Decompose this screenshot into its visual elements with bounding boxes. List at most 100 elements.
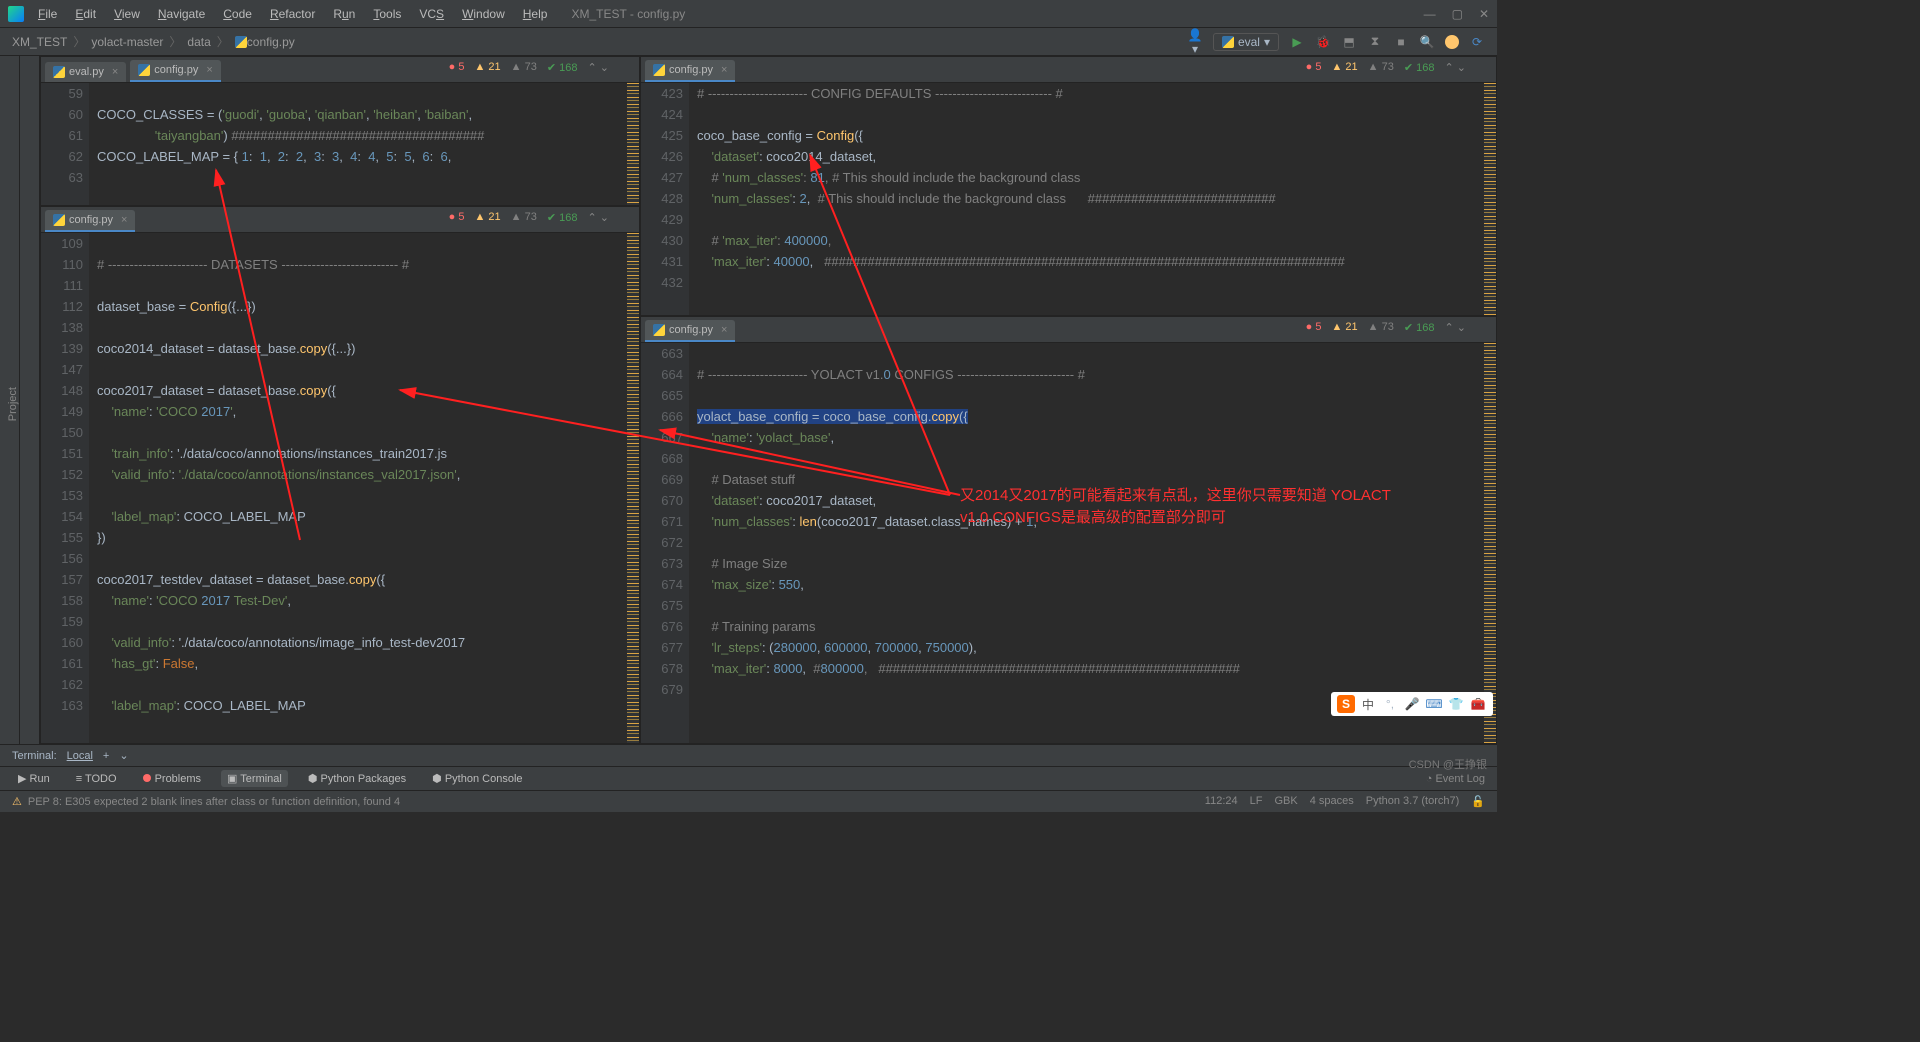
menu-window[interactable]: Window — [456, 5, 511, 23]
interpreter[interactable]: Python 3.7 (torch7) — [1366, 795, 1460, 808]
python-file-icon — [138, 64, 150, 76]
breadcrumb-root[interactable]: XM_TEST — [12, 35, 67, 49]
ime-lang[interactable]: 中 — [1359, 695, 1377, 713]
run-button[interactable]: ▶ — [1289, 35, 1305, 49]
menu-view[interactable]: View — [108, 5, 146, 23]
ime-toolbox-icon[interactable]: 🧰 — [1469, 695, 1487, 713]
lock-icon[interactable]: 🔓 — [1471, 795, 1485, 808]
close-icon[interactable]: × — [121, 214, 127, 226]
tab-config[interactable]: config.py× — [45, 210, 135, 232]
error-stripe[interactable] — [1484, 343, 1496, 743]
stop-button[interactable]: ■ — [1393, 35, 1409, 49]
terminal-tool-button[interactable]: ▣ Terminal — [221, 770, 288, 787]
run-config-selector[interactable]: eval ▾ — [1213, 33, 1279, 51]
breadcrumb-file[interactable]: config.py — [247, 35, 295, 49]
search-icon[interactable]: 🔍 — [1419, 35, 1435, 49]
debug-button[interactable]: 🐞 — [1315, 35, 1331, 49]
python-file-icon — [53, 66, 65, 78]
python-file-icon — [53, 214, 65, 226]
ime-voice-icon[interactable]: 🎤 — [1403, 695, 1421, 713]
python-packages-tool-button[interactable]: ⬢ Python Packages — [302, 770, 412, 787]
menu-edit[interactable]: Edit — [69, 5, 102, 23]
app-logo — [8, 6, 24, 22]
tab-eval[interactable]: eval.py× — [45, 62, 126, 82]
inspection-status[interactable]: ● 5 ▲ 21 ▲ 73 ✔ 168 ⌃ ⌄ — [449, 61, 609, 74]
ime-punct-icon[interactable]: °, — [1381, 695, 1399, 713]
chevron-down-icon: ▾ — [1264, 35, 1270, 49]
add-terminal-button[interactable]: + — [103, 750, 109, 762]
warning-icon: ⚠ — [12, 795, 22, 808]
tab-config[interactable]: config.py× — [645, 320, 735, 342]
error-stripe[interactable] — [1484, 83, 1496, 315]
indent-setting[interactable]: 4 spaces — [1310, 795, 1354, 808]
ime-keyboard-icon[interactable]: ⌨ — [1425, 695, 1443, 713]
code-area[interactable]: COCO_CLASSES = ('guodi', 'guoba', 'qianb… — [89, 83, 639, 205]
problems-tool-button[interactable]: Problems — [137, 771, 207, 787]
breadcrumb-item[interactable]: data — [187, 35, 210, 49]
terminal-tab-local[interactable]: Local — [67, 750, 93, 762]
ide-status-icon[interactable] — [1445, 35, 1459, 49]
maximize-button[interactable]: ▢ — [1452, 7, 1463, 21]
line-gutter: 663 664 665 666 667 668 669 670 671 672 … — [641, 343, 689, 743]
annotation-text: 又2014又2017的可能看起来有点乱，这里你只需要知道 YOLACT v1.0… — [960, 485, 1391, 529]
editor-body[interactable]: 423 424 425 426 427 428 429 430 431 432 … — [641, 83, 1496, 315]
code-area[interactable]: # ----------------------- CONFIG DEFAULT… — [689, 83, 1496, 315]
editor-body[interactable]: 109 110 111 112 138 139 147 148 149 150 … — [41, 233, 639, 743]
line-separator[interactable]: LF — [1250, 795, 1263, 808]
run-tool-button[interactable]: ▶ Run — [12, 770, 56, 787]
close-icon[interactable]: × — [206, 64, 212, 76]
menu-vcs[interactable]: VCS — [413, 5, 450, 23]
breadcrumb-item[interactable]: yolact-master — [91, 35, 163, 49]
menu-run[interactable]: Run — [327, 5, 361, 23]
close-button[interactable]: ✕ — [1479, 7, 1489, 21]
event-log-button[interactable]: ◔ Event Log — [1426, 773, 1485, 785]
menu-help[interactable]: Help — [517, 5, 554, 23]
error-stripe[interactable] — [627, 233, 639, 743]
menu-navigate[interactable]: Navigate — [152, 5, 211, 23]
workspace: Project Structure Favorites eval.py× con… — [0, 56, 1497, 744]
terminal-panel-header: Terminal: Local + ⌄ — [0, 744, 1497, 766]
menu-refactor[interactable]: Refactor — [264, 5, 321, 23]
coverage-button[interactable]: ⬒ — [1341, 35, 1357, 49]
close-icon[interactable]: × — [721, 64, 727, 76]
profile-button[interactable]: ⧗ — [1367, 34, 1383, 49]
ime-logo-icon: S — [1337, 695, 1355, 713]
window-controls: — ▢ ✕ — [1424, 7, 1489, 21]
code-area[interactable]: # ----------------------- YOLACT v1.0 CO… — [689, 343, 1496, 743]
status-bar: ⚠ PEP 8: E305 expected 2 blank lines aft… — [0, 790, 1497, 812]
error-stripe[interactable] — [627, 83, 639, 205]
close-icon[interactable]: × — [112, 66, 118, 78]
inspection-status[interactable]: ● 5 ▲ 21 ▲ 73 ✔ 168 ⌃ ⌄ — [1306, 61, 1466, 74]
user-icon[interactable]: 👤▾ — [1187, 28, 1203, 56]
menu-tools[interactable]: Tools — [367, 5, 407, 23]
python-icon — [1222, 36, 1234, 48]
menu-code[interactable]: Code — [217, 5, 258, 23]
todo-tool-button[interactable]: ≡ TODO — [70, 771, 123, 787]
tab-config[interactable]: config.py× — [645, 60, 735, 82]
menu-file[interactable]: File — [32, 5, 63, 23]
project-collapse-gutter[interactable] — [20, 56, 40, 744]
file-encoding[interactable]: GBK — [1274, 795, 1297, 808]
titlebar: File Edit View Navigate Code Refactor Ru… — [0, 0, 1497, 28]
inspection-status[interactable]: ● 5 ▲ 21 ▲ 73 ✔ 168 ⌃ ⌄ — [449, 211, 609, 224]
editor-body[interactable]: 59 60 61 62 63 COCO_CLASSES = ('guodi', … — [41, 83, 639, 205]
python-console-tool-button[interactable]: ⬢ Python Console — [426, 770, 528, 787]
caret-position[interactable]: 112:24 — [1205, 795, 1238, 808]
project-tool-button[interactable]: Project — [7, 387, 19, 421]
editor-pane-bottom-right: config.py× ● 5 ▲ 21 ▲ 73 ✔ 168 ⌃ ⌄ 663 6… — [640, 316, 1497, 744]
run-config-label: eval — [1238, 35, 1260, 49]
ime-toolbar[interactable]: S 中 °, 🎤 ⌨ 👕 🧰 — [1331, 692, 1493, 716]
terminal-dropdown[interactable]: ⌄ — [119, 749, 128, 762]
left-toolwindow-bar: Project Structure Favorites — [0, 56, 20, 744]
terminal-label: Terminal: — [12, 750, 57, 762]
updates-icon[interactable]: ⟳ — [1469, 35, 1485, 49]
editor-grid: eval.py× config.py× ● 5 ▲ 21 ▲ 73 ✔ 168 … — [40, 56, 1497, 744]
editor-body[interactable]: 663 664 665 666 667 668 669 670 671 672 … — [641, 343, 1496, 743]
line-gutter: 109 110 111 112 138 139 147 148 149 150 … — [41, 233, 89, 743]
code-area[interactable]: # ----------------------- DATASETS -----… — [89, 233, 639, 743]
tab-config[interactable]: config.py× — [130, 60, 220, 82]
close-icon[interactable]: × — [721, 324, 727, 336]
ime-skin-icon[interactable]: 👕 — [1447, 695, 1465, 713]
inspection-status[interactable]: ● 5 ▲ 21 ▲ 73 ✔ 168 ⌃ ⌄ — [1306, 321, 1466, 334]
minimize-button[interactable]: — — [1424, 7, 1436, 21]
